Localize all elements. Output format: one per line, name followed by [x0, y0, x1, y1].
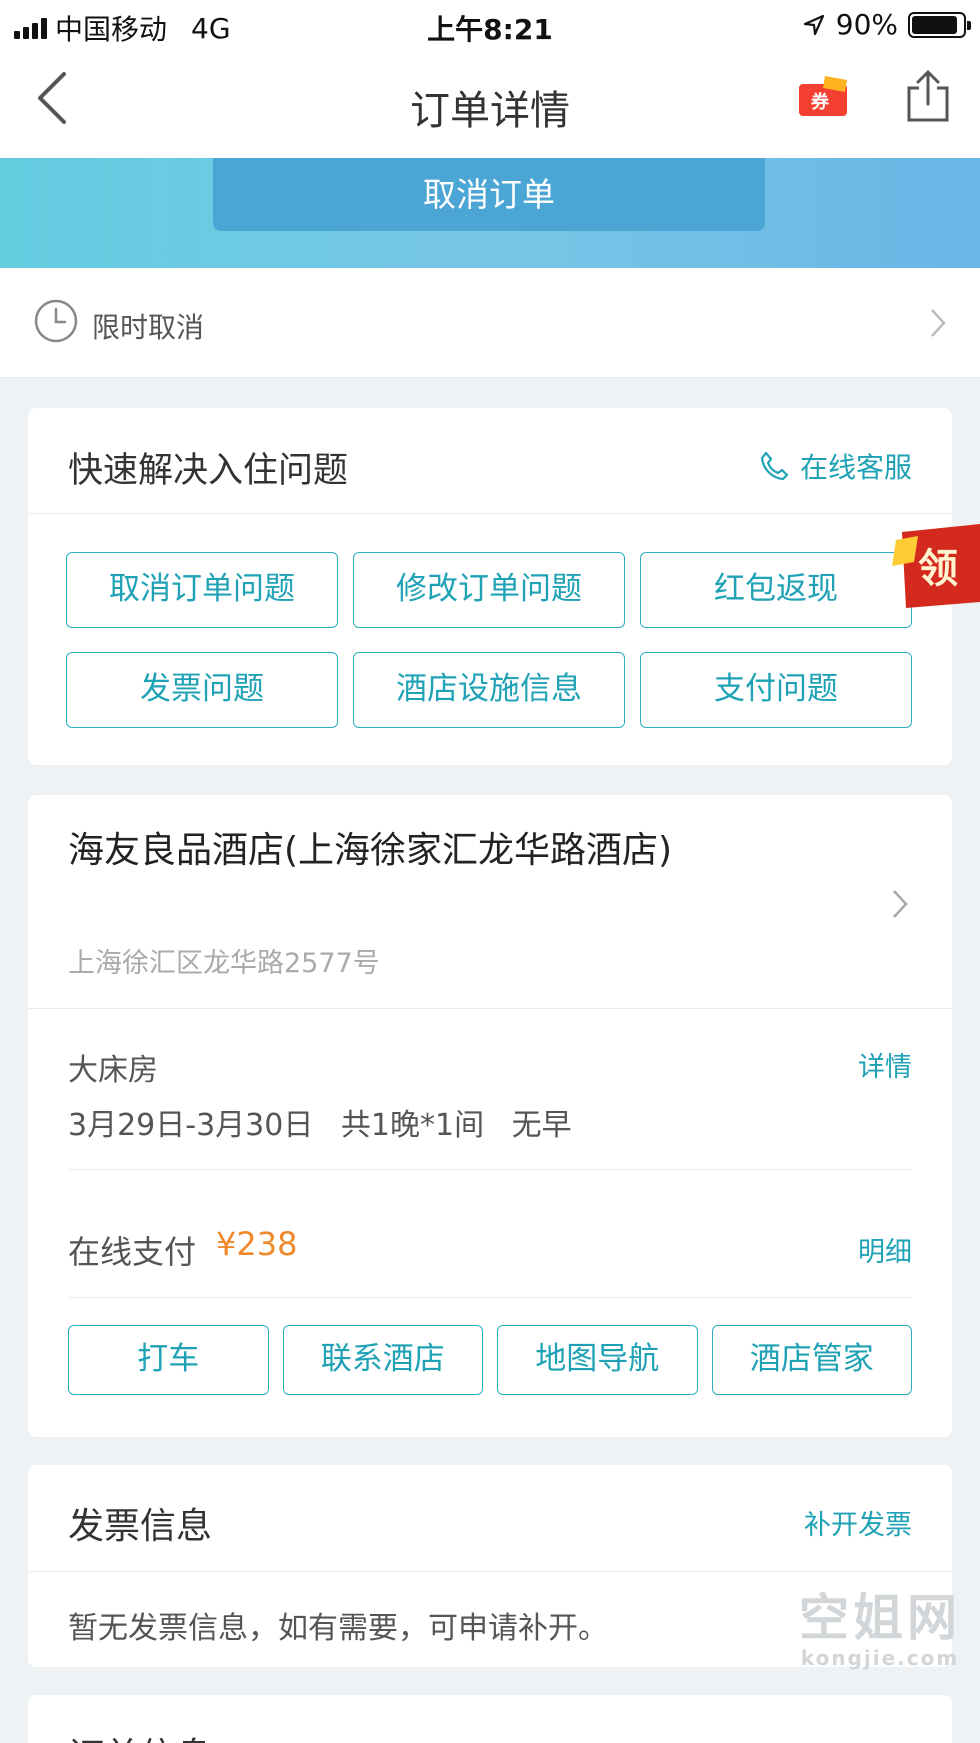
quick-help-header: 快速解决入住问题 在线客服 — [28, 408, 952, 514]
watermark-en: kongjie.com — [800, 1646, 960, 1670]
clock-icon — [34, 299, 78, 343]
share-icon[interactable] — [905, 68, 951, 124]
red-packet-cashback-button[interactable]: 红包返现 — [640, 552, 912, 628]
hotel-address: 上海徐汇区龙华路2577号 — [68, 948, 380, 979]
stay-summary: 3月29日-3月30日 共1晚*1间 无早 — [68, 1100, 590, 1144]
chevron-right-icon — [931, 309, 946, 337]
hotel-butler-button[interactable]: 酒店管家 — [711, 1325, 912, 1395]
phone-icon — [760, 451, 789, 481]
battery-icon — [908, 11, 971, 38]
promo-badge-label: 领 — [918, 546, 958, 592]
location-arrow-icon — [803, 14, 824, 35]
quick-help-title: 快速解决入住问题 — [68, 451, 349, 491]
taxi-button[interactable]: 打车 — [68, 1325, 269, 1395]
order-info-card: 订单信息 — [28, 1695, 952, 1743]
modify-order-issue-button[interactable]: 修改订单问题 — [353, 552, 625, 628]
battery-percent: 90% — [835, 8, 898, 41]
cancel-order-issue-button[interactable]: 取消订单问题 — [66, 552, 338, 628]
hotel-facilities-button[interactable]: 酒店设施信息 — [353, 652, 625, 728]
invoice-issue-button[interactable]: 发票问题 — [66, 652, 338, 728]
breakfast-info: 无早 — [511, 1108, 572, 1143]
status-right: 90% — [802, 8, 971, 41]
status-bar: 中国移动 4G 上午8:21 90% — [0, 0, 980, 50]
battery-fill — [912, 15, 957, 34]
online-service-label: 在线客服 — [799, 451, 912, 484]
watermark: 空姐网 kongjie.com — [795, 1590, 965, 1670]
quick-help-card: 快速解决入住问题 在线客服 取消订单问题 修改订单问题 红包返现 发票问题 酒店… — [28, 408, 952, 765]
hotel-info-card: 海友良品酒店(上海徐家汇龙华路酒店) 上海徐汇区龙华路2577号 大床房 详情 … — [28, 795, 952, 1437]
cancel-order-button[interactable]: 取消订单 — [213, 158, 765, 231]
price-breakdown-link[interactable]: 明细 — [858, 1230, 912, 1269]
room-detail-link[interactable]: 详情 — [858, 1045, 912, 1084]
promo-badge-icon[interactable]: 领 — [888, 522, 980, 610]
online-service-link[interactable]: 在线客服 — [758, 446, 912, 486]
invoice-title: 发票信息 — [68, 1506, 213, 1547]
contact-hotel-button[interactable]: 联系酒店 — [282, 1325, 483, 1395]
hotel-name[interactable]: 海友良品酒店(上海徐家汇龙华路酒店) — [68, 825, 688, 877]
watermark-cn: 空姐网 — [799, 1589, 961, 1647]
divider — [28, 1008, 952, 1009]
payment-issue-button[interactable]: 支付问题 — [640, 652, 912, 728]
room-type: 大床房 — [68, 1053, 158, 1088]
limit-cancel-row[interactable]: 限时取消 — [0, 268, 980, 378]
help-button-grid: 取消订单问题 修改订单问题 红包返现 发票问题 酒店设施信息 支付问题 — [66, 552, 914, 728]
payment-label: 在线支付 — [68, 1233, 197, 1271]
divider — [28, 1571, 952, 1572]
map-navigation-button[interactable]: 地图导航 — [497, 1325, 698, 1395]
limit-cancel-label: 限时取消 — [92, 311, 205, 344]
nav-bar: 订单详情 券 — [0, 50, 980, 158]
hotel-action-row: 打车 联系酒店 地图导航 酒店管家 — [68, 1325, 912, 1395]
coupon-icon[interactable]: 券 — [795, 74, 853, 122]
coupon-label: 券 — [810, 91, 830, 113]
invoice-empty-text: 暂无发票信息，如有需要，可申请补开。 — [68, 1611, 608, 1646]
order-info-title: 订单信息 — [68, 1727, 212, 1743]
payment-price: ¥238 — [216, 1225, 298, 1263]
divider — [68, 1297, 912, 1298]
stay-nights: 共1晚*1间 — [340, 1108, 485, 1143]
reissue-invoice-link[interactable]: 补开发票 — [804, 1503, 912, 1542]
divider — [68, 1169, 912, 1170]
order-status-banner: 取消订单 — [0, 158, 980, 268]
chevron-right-icon[interactable] — [890, 887, 910, 921]
stay-dates: 3月29日-3月30日 — [68, 1108, 314, 1143]
